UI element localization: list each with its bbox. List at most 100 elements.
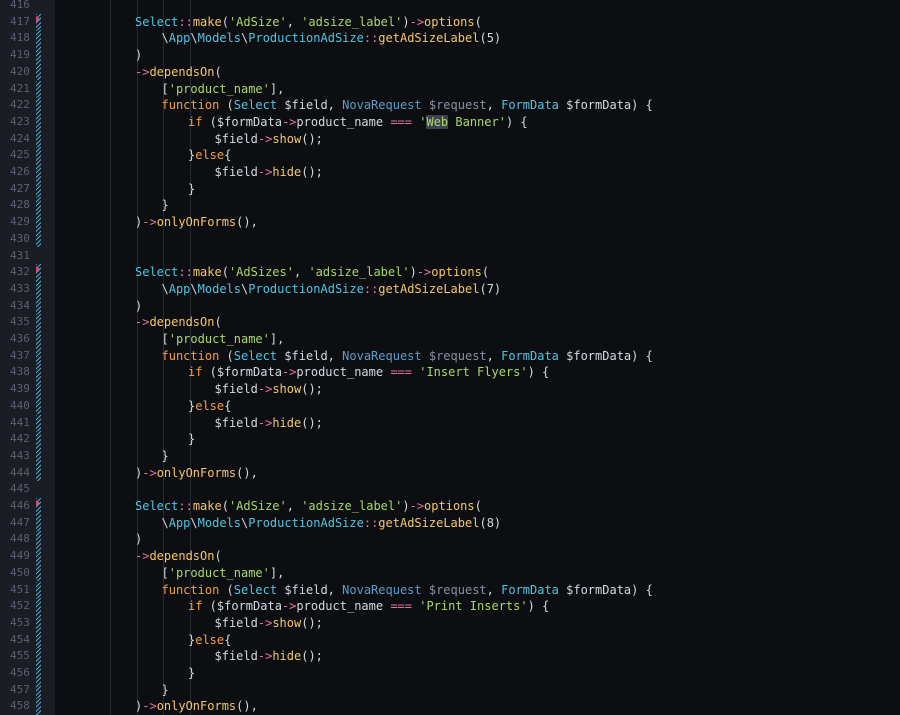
code-token: ($formData [202, 365, 282, 380]
code-line[interactable]: 430 [0, 230, 900, 248]
code-editor[interactable]: 416 417 Select::make('AdSize', 'adsize_lab… [0, 0, 900, 715]
code-line[interactable]: 456} [0, 665, 900, 682]
code-text: ->dependsOn( [135, 548, 222, 565]
git-change-marker [36, 280, 41, 298]
code-line[interactable]: 427} [0, 180, 900, 198]
git-change-marker [36, 514, 41, 532]
code-token: -> [257, 415, 273, 430]
code-line[interactable]: 431 [0, 248, 900, 265]
code-text: } [188, 181, 195, 198]
code-line[interactable]: 418 \App\Models\ProductionAdSize::getAdSi… [0, 30, 900, 48]
git-change-marker [36, 681, 41, 699]
code-line[interactable]: 438 if ($formData->product_name === 'Inse… [0, 364, 900, 382]
code-text: )->onlyOnForms(), [135, 698, 258, 715]
code-text: } [188, 665, 195, 682]
code-line[interactable]: 454}else{ [0, 631, 900, 649]
code-token: options [424, 14, 475, 29]
code-line[interactable]: 436 ['product_name'], [0, 331, 900, 348]
code-line[interactable]: 417 Select::make('AdSize', 'adsize_label'… [0, 13, 900, 31]
code-line[interactable]: 441 $field->hide(); [0, 414, 900, 432]
code-line[interactable]: 420 ->dependsOn( [0, 63, 900, 81]
git-change-marker [36, 331, 41, 348]
code-line[interactable]: 423 if ($formData->product_name === 'Web … [0, 113, 900, 131]
code-line[interactable]: 440}else{ [0, 397, 900, 415]
code-line[interactable]: 433 \App\Models\ProductionAdSize::getAdSi… [0, 280, 900, 298]
code-token: -> [257, 131, 273, 146]
code-token: -> [257, 649, 273, 664]
code-line[interactable]: 451 function (Select $field, NovaRequest … [0, 581, 900, 599]
git-change-marker [36, 214, 41, 231]
code-line[interactable]: 416 [0, 0, 900, 14]
code-token: ) [135, 48, 143, 63]
code-token: 'adsize_label' [301, 14, 403, 29]
code-token: (), [236, 215, 258, 230]
code-token: ], [269, 332, 285, 346]
code-line[interactable]: 437 function (Select $field, NovaRequest … [0, 347, 900, 365]
line-number: 445 [10, 482, 30, 496]
code-line[interactable]: 434) [0, 297, 900, 315]
code-token: else [195, 148, 225, 163]
code-line[interactable]: 421 ['product_name'], [0, 80, 900, 98]
code-text: }else{ [188, 632, 231, 649]
code-token: Select [135, 14, 179, 29]
code-token: ( [221, 499, 229, 513]
code-line[interactable]: 449 ->dependsOn( [0, 548, 900, 565]
code-token: ($formData [202, 599, 282, 614]
code-token: ( [219, 582, 234, 597]
code-text: } [188, 431, 195, 448]
code-text: Select::make('AdSize', 'adsize_label')->… [135, 498, 482, 515]
code-token: ) [493, 281, 502, 296]
code-line[interactable]: 444)->onlyOnForms(), [0, 464, 900, 482]
code-token: function [161, 582, 220, 597]
git-change-marker [36, 130, 41, 148]
code-token: -> [135, 64, 150, 79]
code-token: :: [363, 515, 379, 530]
code-line[interactable]: 442} [0, 431, 900, 448]
code-token: ) [409, 265, 417, 280]
code-token: { [224, 148, 232, 163]
code-line[interactable]: 422 function (Select $field, NovaRequest … [0, 97, 900, 114]
code-token: -> [257, 165, 273, 179]
code-line[interactable]: 425}else{ [0, 147, 900, 164]
code-token: getAdSizeLabel [378, 281, 480, 296]
code-line[interactable]: 453 $field->show(); [0, 614, 900, 632]
line-number: 431 [10, 248, 30, 262]
code-line[interactable]: 455 $field->hide(); [0, 648, 900, 665]
code-token: 5 [486, 31, 494, 46]
code-token: -> [409, 14, 425, 29]
code-text: ) [135, 47, 142, 64]
git-change-marker [36, 180, 41, 198]
code-line[interactable]: 429)->onlyOnForms(), [0, 214, 900, 231]
code-line[interactable]: 443} [0, 447, 900, 465]
code-token: } [188, 181, 196, 196]
code-token: hide [272, 649, 302, 664]
code-line[interactable]: 457} [0, 681, 900, 699]
code-token: options [431, 265, 482, 280]
git-change-marker [36, 598, 41, 615]
code-line[interactable]: 448) [0, 531, 900, 549]
code-line[interactable]: 439 $field->show(); [0, 381, 900, 398]
code-text: )->onlyOnForms(), [135, 214, 258, 231]
code-text: ['product_name'], [162, 565, 285, 582]
code-line[interactable]: 447 \App\Models\ProductionAdSize::getAdSi… [0, 514, 900, 532]
code-line[interactable]: 426 $field->hide(); [0, 164, 900, 181]
code-line[interactable]: 435 ->dependsOn( [0, 314, 900, 331]
code-line[interactable]: 450 ['product_name'], [0, 564, 900, 582]
code-token: Select [233, 348, 278, 363]
git-change-marker [36, 397, 41, 415]
code-token: , [486, 582, 502, 597]
code-line[interactable]: 446 Select::make('AdSize', 'adsize_label'… [0, 498, 900, 515]
git-change-marker [36, 113, 41, 131]
code-token: (); [301, 649, 323, 664]
code-line[interactable]: 445 [0, 481, 900, 498]
code-line[interactable]: 458)->onlyOnForms(), [0, 698, 900, 715]
code-line[interactable]: 419) [0, 47, 900, 64]
code-text: $field->hide(); [215, 415, 323, 432]
code-text: \App\Models\ProductionAdSize::getAdSizeL… [162, 281, 502, 298]
git-change-marker [36, 665, 41, 682]
code-line[interactable]: 432 Select::make('AdSizes', 'adsize_label… [0, 264, 900, 281]
code-line[interactable]: 424 $field->show(); [0, 130, 900, 148]
code-line[interactable]: 452 if ($formData->product_name === 'Prin… [0, 598, 900, 615]
code-token: onlyOnForms [156, 465, 237, 480]
code-line[interactable]: 428} [0, 197, 900, 215]
